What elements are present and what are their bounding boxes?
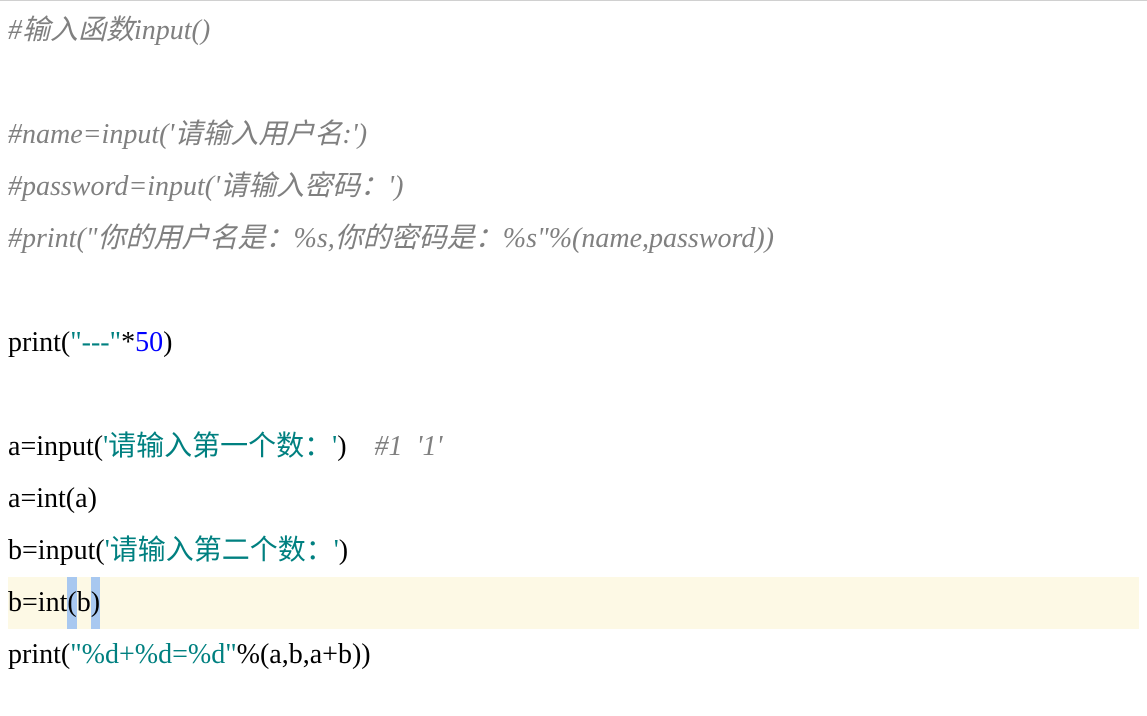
- code-line-empty[interactable]: [8, 369, 1139, 421]
- comment-text: #password=input('请输入密码：'): [8, 161, 403, 213]
- builtin-int: int: [38, 577, 68, 629]
- code-line-empty[interactable]: [8, 57, 1139, 109]
- string-literal: "---": [70, 317, 121, 369]
- builtin-print: print: [8, 629, 61, 681]
- code-line[interactable]: a=int(a): [8, 473, 1139, 525]
- code-line[interactable]: a=input('请输入第一个数：') #1 '1': [8, 421, 1139, 473]
- code-line[interactable]: #name=input('请输入用户名:'): [8, 109, 1139, 161]
- identifier: a: [8, 473, 20, 525]
- code-line-active[interactable]: b=int(b): [8, 577, 1139, 629]
- builtin-input: input: [36, 421, 94, 473]
- code-line-empty[interactable]: [8, 265, 1139, 317]
- string-literal: "%d+%d=%d": [70, 629, 236, 681]
- code-editor[interactable]: #输入函数input() #name=input('请输入用户名:') #pas…: [0, 0, 1147, 681]
- builtin-print: print: [8, 317, 61, 369]
- bracket-selected: ): [91, 577, 100, 629]
- identifier: a: [8, 421, 20, 473]
- builtin-int: int: [36, 473, 66, 525]
- identifier: b: [8, 577, 22, 629]
- code-line[interactable]: b=input('请输入第二个数：'): [8, 525, 1139, 577]
- number-literal: 50: [135, 317, 163, 369]
- comment-text: #name=input('请输入用户名:'): [8, 109, 367, 161]
- string-literal: '请输入第一个数：': [103, 421, 337, 473]
- bracket-selected: (: [67, 577, 76, 629]
- identifier: b: [8, 525, 22, 577]
- comment-text: #print("你的用户名是：%s,你的密码是：%s"%(name,passwo…: [8, 213, 774, 265]
- builtin-input: input: [38, 525, 96, 577]
- code-line[interactable]: #输入函数input(): [8, 5, 1139, 57]
- comment-text: #1 '1': [375, 421, 443, 473]
- code-line[interactable]: #password=input('请输入密码：'): [8, 161, 1139, 213]
- comment-text: #输入函数input(): [8, 5, 210, 57]
- code-line[interactable]: print("---"*50): [8, 317, 1139, 369]
- code-line[interactable]: #print("你的用户名是：%s,你的密码是：%s"%(name,passwo…: [8, 213, 1139, 265]
- code-line[interactable]: print("%d+%d=%d"%(a,b,a+b)): [8, 629, 1139, 681]
- string-literal: '请输入第二个数：': [105, 525, 339, 577]
